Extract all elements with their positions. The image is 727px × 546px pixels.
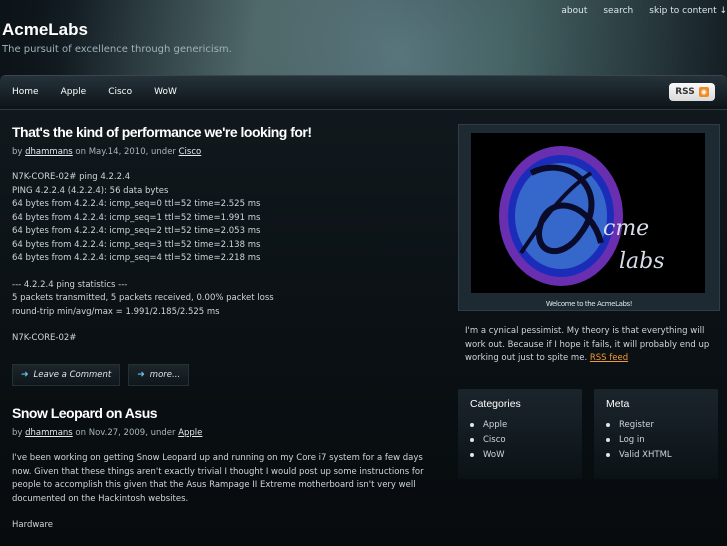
rss-label: RSS [675,87,695,97]
read-more-label: more... [149,369,181,380]
top-links: about search skip to content ↓ [561,6,727,16]
post-title[interactable]: Snow Leopard on Asus [12,405,442,421]
author-link[interactable]: dhammans [25,147,73,157]
ping-line: --- 4.2.2.4 ping statistics --- [12,279,128,290]
ping-line: 64 bytes from 4.2.2.4: icmp_seq=2 ttl=52… [12,226,261,236]
post-title[interactable]: That's the kind of performance we're loo… [12,124,442,140]
bullet-icon [606,453,610,457]
ping-line: N7K-CORE-02# [12,333,77,343]
bullet-icon [470,438,474,442]
bullet-icon [470,423,474,427]
comment-arrow-icon: ➜ [21,369,29,380]
more-arrow-icon: ➜ [137,369,145,380]
post-meta: by dhammans on Nov.27, 2009, under Apple [12,428,442,438]
meta-item[interactable]: Register [606,420,706,430]
ping-line: round-trip min/avg/max = 1.991/2.185/2.5… [12,306,220,317]
meta-by-text: by [12,147,26,157]
main-frame: Home Apple Cisco WoW RSS ◉ That's the ki… [0,75,727,546]
nav-menu: Home Apple Cisco WoW [12,87,177,97]
leave-comment-label: Leave a Comment [33,369,112,380]
nav-item-wow[interactable]: WoW [154,87,177,97]
categories-title: Categories [470,398,521,410]
category-label: Apple [483,420,508,430]
meta-item[interactable]: Valid XHTML [606,450,706,460]
sidebar-widgets: Categories Apple Cisco WoW Meta Register… [458,389,727,479]
meta-label: Register [619,420,654,430]
meta-title: Meta [606,398,630,410]
bullet-icon [470,453,474,457]
site-tagline: The pursuit of excellence through generi… [2,44,232,55]
post: Snow Leopard on Asus by dhammans on Nov.… [12,405,442,533]
ping-line: 64 bytes from 4.2.2.4: icmp_seq=0 ttl=52… [12,199,261,209]
about-link[interactable]: about [561,6,587,16]
post-body: N7K-CORE-02# ping 4.2.2.4 PING 4.2.2.4 (… [12,171,442,346]
meta-label: Log in [619,435,645,445]
meta-widget: Meta Register Log in Valid XHTML [594,389,718,479]
ping-line: PING 4.2.2.4 (4.2.2.4): 56 data bytes [12,185,169,196]
site-title[interactable]: AcmeLabs [2,20,88,40]
read-more-button[interactable]: ➜ more... [128,363,190,386]
search-link[interactable]: search [603,6,633,16]
post: That's the kind of performance we're loo… [12,124,442,386]
nav-item-home[interactable]: Home [12,87,39,97]
sidebar: cme labs Welcome to the AcmeLabs! I'm a … [458,124,727,366]
category-link[interactable]: Apple [178,428,202,438]
author-link[interactable]: dhammans [25,428,73,438]
post-subheading: Hardware [12,520,54,530]
navbar: Home Apple Cisco WoW RSS ◉ [0,76,727,110]
about-text: I'm a cynical pessimist. My theory is th… [458,325,710,366]
acmelabs-logo: cme labs [471,133,705,293]
logo-widget: cme labs Welcome to the AcmeLabs! [458,124,720,311]
category-label: WoW [483,450,505,460]
rss-feed-link[interactable]: RSS feed [590,353,628,363]
ping-line: 5 packets transmitted, 5 packets receive… [12,293,274,303]
category-item[interactable]: WoW [470,450,570,460]
meta-item[interactable]: Log in [606,435,706,445]
post-meta: by dhammans on May.14, 2010, under Cisco [12,147,442,157]
nav-item-cisco[interactable]: Cisco [108,87,132,97]
ping-line: N7K-CORE-02# ping 4.2.2.4 [12,172,131,182]
skip-to-content-link[interactable]: skip to content ↓ [649,6,727,16]
about-description: I'm a cynical pessimist. My theory is th… [465,326,710,363]
post-actions: ➜ Leave a Comment ➜ more... [12,363,442,386]
categories-widget: Categories Apple Cisco WoW [458,389,582,479]
ping-line: 64 bytes from 4.2.2.4: icmp_seq=1 ttl=52… [12,212,261,223]
post-paragraph: I've been working on getting Snow Leopar… [12,453,424,504]
bullet-icon [606,438,610,442]
nav-item-apple[interactable]: Apple [61,87,87,97]
logo-caption: Welcome to the AcmeLabs! [545,300,633,308]
category-item[interactable]: Apple [470,420,570,430]
logo-text-top: cme [603,216,649,241]
leave-comment-button[interactable]: ➜ Leave a Comment [12,363,121,386]
meta-date-text: on May.14, 2010, under [72,147,179,157]
post-body: I've been working on getting Snow Leopar… [12,452,442,533]
meta-label: Valid XHTML [619,450,672,460]
category-label: Cisco [483,435,506,445]
category-item[interactable]: Cisco [470,435,570,445]
meta-date-text: on Nov.27, 2009, under [72,428,179,438]
bullet-icon [606,423,610,427]
ping-line: 64 bytes from 4.2.2.4: icmp_seq=3 ttl=52… [12,239,261,250]
logo-text-bottom: labs [619,249,665,274]
ping-line: 64 bytes from 4.2.2.4: icmp_seq=4 ttl=52… [12,253,261,263]
acmelabs-logo-graphic: cme labs [499,146,665,286]
category-link[interactable]: Cisco [179,147,202,157]
rss-button[interactable]: RSS ◉ [669,83,715,101]
rss-feed-icon: ◉ [698,87,709,97]
meta-by-text: by [12,428,26,438]
